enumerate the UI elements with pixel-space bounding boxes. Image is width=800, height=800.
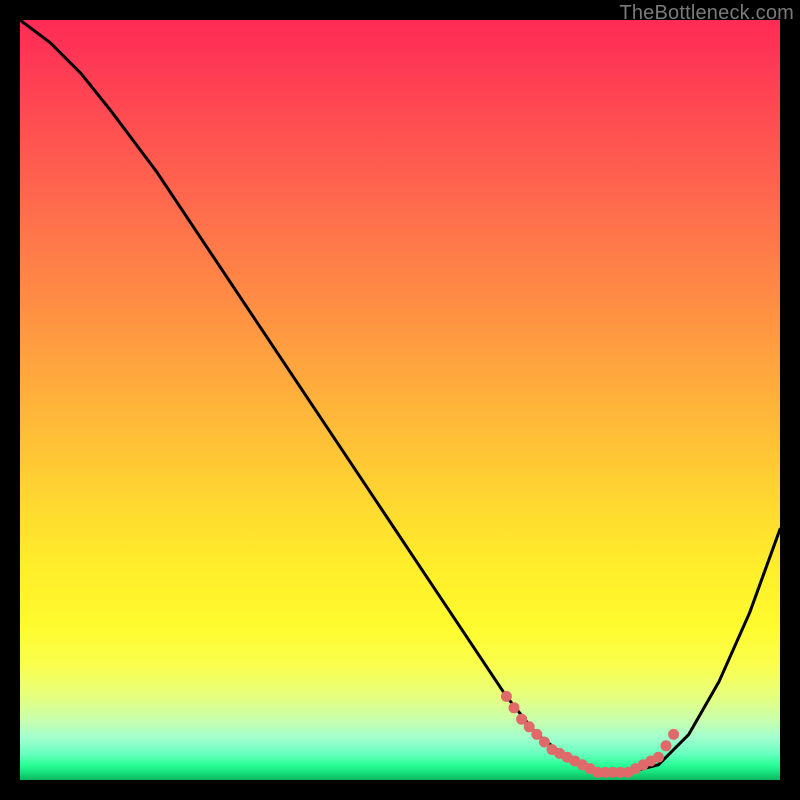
chart-frame: TheBottleneck.com bbox=[0, 0, 800, 800]
plot-area bbox=[20, 20, 780, 780]
watermark-text: TheBottleneck.com bbox=[619, 2, 794, 25]
chart-svg bbox=[20, 20, 780, 780]
bottleneck-curve-line bbox=[20, 20, 780, 772]
valley-marker-line bbox=[501, 691, 679, 778]
